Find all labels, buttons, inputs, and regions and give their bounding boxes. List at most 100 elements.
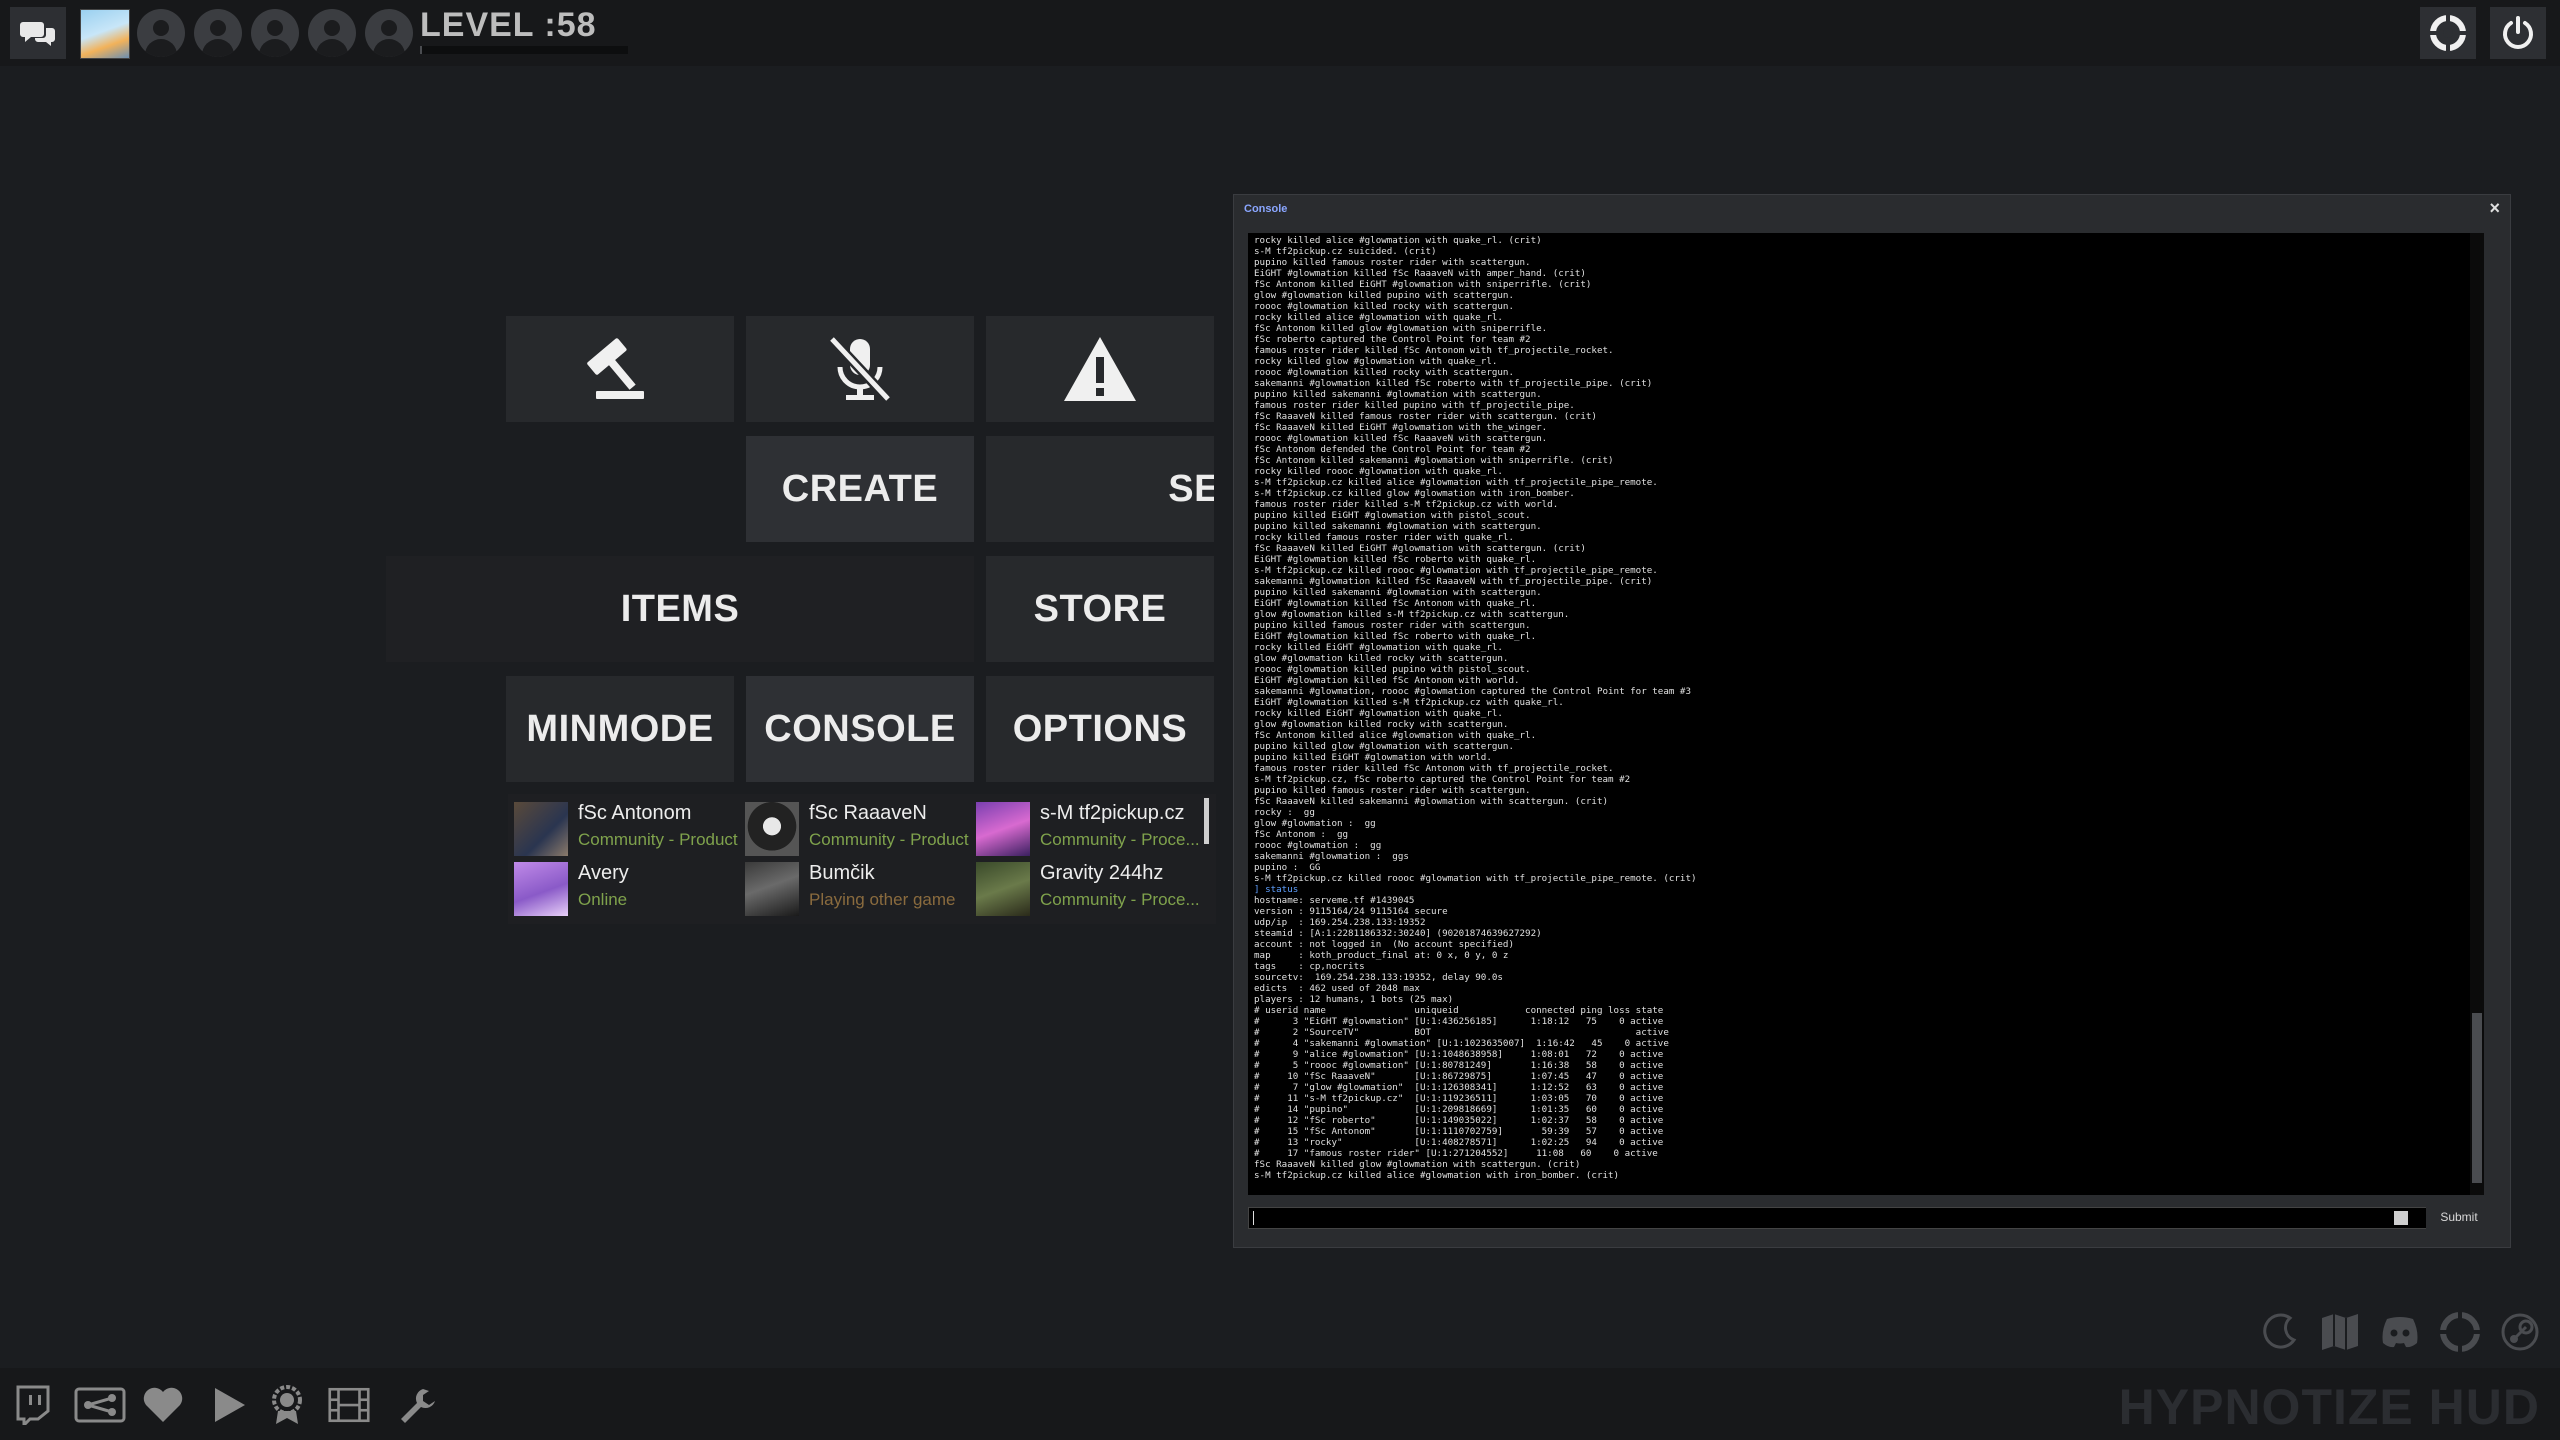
console-line: # 10 "fSc RaaaveN" [U:1:86729875] 1:07:4… bbox=[1254, 1071, 1664, 1082]
quit-button[interactable] bbox=[2490, 7, 2546, 59]
console-line: s-M tf2pickup.cz, fSc roberto captured t… bbox=[1254, 774, 1631, 785]
console-line: s-M tf2pickup.cz killed roooc #glowmatio… bbox=[1254, 565, 1658, 576]
play-icon bbox=[215, 1388, 245, 1422]
friend-name: Gravity 244hz bbox=[1040, 862, 1164, 884]
friend-status: Community - Product bbox=[578, 830, 738, 849]
gavel-icon bbox=[587, 338, 644, 399]
minmode-label: MINMODE bbox=[526, 707, 714, 750]
console-line: hostname: serveme.tf #1439045 bbox=[1254, 895, 1415, 906]
console-line: fSc Antonom killed EiGHT #glowmation wit… bbox=[1254, 279, 1592, 290]
console-line: tags : cp,nocrits bbox=[1254, 961, 1365, 972]
steam-button[interactable] bbox=[2498, 1310, 2542, 1354]
friend-name: Bumčik bbox=[809, 862, 875, 884]
console-line: udp/ip : 169.254.238.133:19352 bbox=[1254, 917, 1426, 928]
console-line: glow #glowmation killed rocky with scatt… bbox=[1254, 719, 1509, 730]
console-command-input[interactable] bbox=[1248, 1207, 2428, 1229]
friends-scrollbar[interactable] bbox=[1204, 798, 1209, 844]
discord-icon bbox=[2382, 1317, 2418, 1348]
replays-icon bbox=[328, 1387, 370, 1423]
chat-icon bbox=[20, 22, 55, 46]
console-line: fSc Antonom killed sakemanni #glowmation… bbox=[1254, 455, 1614, 466]
console-output: rocky killed alice #glowmation with quak… bbox=[1248, 233, 2484, 1195]
friend-name: Avery bbox=[578, 862, 629, 884]
friend-item[interactable]: Avery Online bbox=[508, 858, 738, 916]
friend-item[interactable]: fSc Antonom Community - Product bbox=[508, 798, 738, 856]
console-close-button[interactable]: × bbox=[2489, 198, 2500, 219]
console-line: pupino killed famous roster rider with s… bbox=[1254, 620, 1531, 631]
console-line: EiGHT #glowmation killed fSc Antonom wit… bbox=[1254, 675, 1520, 686]
items-button[interactable]: ITEMS bbox=[386, 556, 974, 662]
console-line: pupino killed sakemanni #glowmation with… bbox=[1254, 521, 1542, 532]
console-label: CONSOLE bbox=[764, 707, 956, 750]
moon-icon bbox=[2263, 1313, 2297, 1349]
party-slot-2[interactable] bbox=[194, 9, 242, 57]
create-server-button[interactable]: CREATE bbox=[746, 436, 974, 542]
console-line: roooc #glowmation killed pupino with pis… bbox=[1254, 664, 1531, 675]
console-line: rocky killed roooc #glowmation with quak… bbox=[1254, 466, 1503, 477]
workshop-button[interactable] bbox=[396, 1384, 438, 1426]
party-slot-3[interactable] bbox=[251, 9, 299, 57]
friend-item[interactable]: s-M tf2pickup.cz Community - Proce... bbox=[970, 798, 1200, 856]
player-avatar[interactable] bbox=[80, 9, 130, 59]
warning-button[interactable] bbox=[986, 316, 1214, 422]
console-line: rocky killed EiGHT #glowmation with quak… bbox=[1254, 708, 1503, 719]
console-line: fSc RaaaveN killed famous roster rider w… bbox=[1254, 411, 1597, 422]
friend-status: Community - Proce... bbox=[1040, 890, 1200, 909]
store-button[interactable]: STORE bbox=[986, 556, 1214, 662]
console-button[interactable]: CONSOLE bbox=[746, 676, 974, 782]
friends-list: fSc Antonom Community - Product fSc Raaa… bbox=[508, 794, 1216, 924]
console-scroll-thumb[interactable] bbox=[2472, 1013, 2482, 1183]
console-line: # 15 "fSc Antonom" [U:1:1110702759] 59:3… bbox=[1254, 1126, 1664, 1137]
console-line: pupino killed EiGHT #glowmation with pis… bbox=[1254, 510, 1531, 521]
console-line: # 4 "sakemanni #glowmation" [U:1:1023635… bbox=[1254, 1038, 1669, 1049]
mute-voice-button[interactable] bbox=[746, 316, 974, 422]
console-line: pupino killed glow #glowmation with scat… bbox=[1254, 741, 1514, 752]
server-browser-shortcut[interactable] bbox=[72, 1384, 128, 1426]
night-mode-button[interactable] bbox=[2258, 1310, 2302, 1354]
console-line: fSc Antonom : gg bbox=[1254, 829, 1349, 840]
party-slot-1[interactable] bbox=[137, 9, 185, 57]
server-browser-button[interactable]: SE bbox=[986, 436, 1214, 542]
console-line: pupino killed famous roster rider with s… bbox=[1254, 785, 1531, 796]
party-slot-4[interactable] bbox=[308, 9, 356, 57]
console-line: fSc RaaaveN killed EiGHT #glowmation wit… bbox=[1254, 543, 1586, 554]
console-line: # 2 "SourceTV" BOT active bbox=[1254, 1027, 1669, 1038]
console-submit-button[interactable]: Submit bbox=[2426, 1205, 2492, 1229]
discord-button[interactable] bbox=[2378, 1310, 2422, 1354]
minmode-button[interactable]: MINMODE bbox=[506, 676, 734, 782]
twitch-button[interactable] bbox=[12, 1384, 54, 1426]
friend-item[interactable]: Bumčik Playing other game bbox=[739, 858, 969, 916]
console-window: Console × rocky killed alice #glowmation… bbox=[1233, 194, 2511, 1248]
party-slot-5[interactable] bbox=[365, 9, 413, 57]
console-line: sakemanni #glowmation, roooc #glowmation… bbox=[1254, 686, 1691, 697]
play-button[interactable] bbox=[208, 1384, 250, 1426]
options-button[interactable]: OPTIONS bbox=[986, 676, 1214, 782]
achievements-button[interactable] bbox=[266, 1384, 308, 1426]
options-label: OPTIONS bbox=[1012, 707, 1188, 750]
replays-button[interactable] bbox=[328, 1384, 370, 1426]
console-line: version : 9115164/24 9115164 secure bbox=[1254, 906, 1448, 917]
guide-button[interactable] bbox=[2318, 1310, 2362, 1354]
console-scrollbar[interactable] bbox=[2470, 233, 2484, 1195]
console-line: sakemanni #glowmation killed fSc RaaaveN… bbox=[1254, 576, 1653, 587]
chat-button[interactable] bbox=[10, 7, 66, 59]
friend-item[interactable]: Gravity 244hz Community - Proce... bbox=[970, 858, 1200, 916]
report-player-button[interactable] bbox=[506, 316, 734, 422]
tf2-logo-button[interactable] bbox=[2438, 1310, 2482, 1354]
friend-item[interactable]: fSc RaaaveN Community - Product bbox=[739, 798, 969, 856]
server-browser-label: SE bbox=[1168, 467, 1214, 510]
console-line: # 14 "pupino" [U:1:209818669] 1:01:35 60… bbox=[1254, 1104, 1664, 1115]
console-line: famous roster rider killed pupino with t… bbox=[1254, 400, 1575, 411]
console-line: steamid : [A:1:2281186332:30240] (902018… bbox=[1254, 928, 1542, 939]
favorites-button[interactable] bbox=[142, 1384, 184, 1426]
console-line: fSc RaaaveN killed EiGHT #glowmation wit… bbox=[1254, 422, 1548, 433]
console-history-button[interactable] bbox=[2394, 1211, 2408, 1225]
console-line: roooc #glowmation killed fSc RaaaveN wit… bbox=[1254, 433, 1548, 444]
console-line: account : not logged in (No account spec… bbox=[1254, 939, 1514, 950]
console-line: sakemanni #glowmation : ggs bbox=[1254, 851, 1409, 862]
console-line: edicts : 462 used of 2048 max bbox=[1254, 983, 1420, 994]
settings-button[interactable] bbox=[2420, 7, 2476, 59]
friend-name: fSc Antonom bbox=[578, 802, 692, 824]
server-browser-icon bbox=[74, 1387, 126, 1423]
console-line: roooc #glowmation : gg bbox=[1254, 840, 1382, 851]
